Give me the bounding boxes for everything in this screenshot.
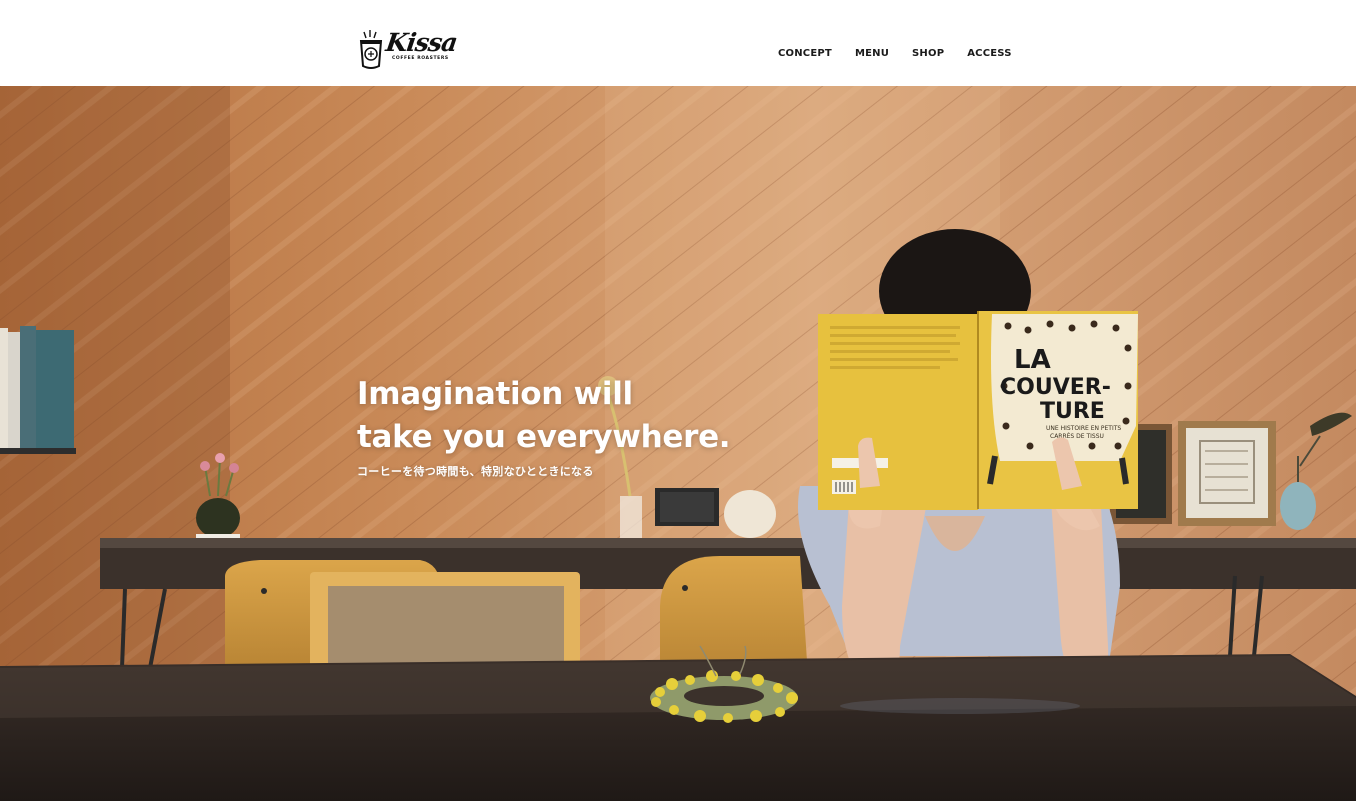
wall-magazines (0, 326, 76, 454)
brand-wordmark: Kissa COFFEE ROASTERS (384, 28, 459, 61)
coffee-cup-icon (359, 30, 383, 69)
hero-title: Imagination will take you everywhere. (357, 373, 817, 459)
nav-menu[interactable]: MENU (855, 48, 889, 59)
svg-text:UNE HISTOIRE EN PETITS: UNE HISTOIRE EN PETITS (1046, 425, 1121, 432)
svg-text:COUVER-: COUVER- (1000, 375, 1111, 400)
svg-text:TURE: TURE (1040, 399, 1105, 424)
book-cover: LA COUVER- TURE UNE HISTOIRE EN PETITS C… (818, 311, 1138, 510)
hero-title-line2: take you everywhere. (357, 419, 731, 455)
brand-logo[interactable]: Kissa COFFEE ROASTERS (358, 28, 459, 74)
site-header: Kissa COFFEE ROASTERS CONCEPT MENU SHOP … (0, 0, 1356, 86)
nav-concept[interactable]: CONCEPT (778, 48, 832, 59)
brand-name: Kissa (384, 28, 459, 57)
hero-title-line1: Imagination will (357, 376, 633, 412)
nav-shop[interactable]: SHOP (912, 48, 944, 59)
main-nav: CONCEPT MENU SHOP ACCESS (778, 48, 1012, 59)
hero-subtitle: コーヒーを待つ時間も、特別なひとときになる (357, 465, 594, 478)
hero-section: LA COUVER- TURE UNE HISTOIRE EN PETITS C… (0, 86, 1356, 801)
svg-text:LA: LA (1014, 345, 1051, 375)
nav-access[interactable]: ACCESS (967, 48, 1011, 59)
